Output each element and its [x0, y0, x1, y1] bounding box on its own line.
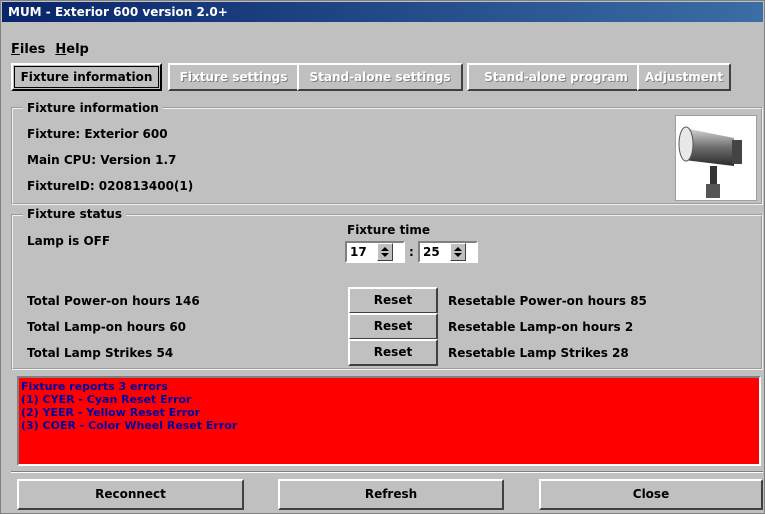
- total-lamp-strikes: Total Lamp Strikes 54: [27, 346, 174, 360]
- error-item: (3) COER - Color Wheel Reset Error: [21, 419, 238, 432]
- spin-down-icon[interactable]: [454, 253, 462, 257]
- menu-bar: Files Help: [11, 41, 89, 59]
- minutes-spinner[interactable]: 25: [418, 241, 478, 263]
- fixture-status-legend: Fixture status: [23, 207, 126, 221]
- fixture-time-label: Fixture time: [347, 223, 431, 237]
- footer-divider: [11, 471, 763, 473]
- total-power-on-hours: Total Power-on hours 146: [27, 294, 200, 308]
- error-item: (1) CYER - Cyan Reset Error: [21, 393, 192, 406]
- refresh-button[interactable]: Refresh: [278, 479, 504, 510]
- main-cpu-version: Main CPU: Version 1.7: [27, 153, 177, 167]
- total-lamp-on-hours: Total Lamp-on hours 60: [27, 320, 187, 334]
- tab-stand-alone-program[interactable]: Stand-alone program: [467, 63, 645, 91]
- main-window: MUM - Exterior 600 version 2.0+ Files He…: [0, 0, 765, 514]
- spin-down-icon[interactable]: [381, 253, 389, 257]
- resetable-lamp-strikes: Resetable Lamp Strikes 28: [448, 346, 629, 360]
- hours-spin-buttons[interactable]: [377, 243, 393, 261]
- hours-value[interactable]: 17: [347, 243, 377, 261]
- close-button[interactable]: Close: [539, 479, 763, 510]
- menu-files[interactable]: Files: [11, 41, 45, 59]
- window-title: MUM - Exterior 600 version 2.0+: [2, 2, 763, 22]
- menu-help[interactable]: Help: [55, 41, 88, 59]
- fixture-id: FixtureID: 020813400(1): [27, 179, 194, 193]
- reset-power-on-button[interactable]: Reset: [348, 287, 438, 314]
- error-heading: Fixture reports 3 errors: [21, 380, 168, 393]
- menu-files-rest: iles: [19, 42, 46, 57]
- fixture-name: Fixture: Exterior 600: [27, 127, 168, 141]
- minutes-value[interactable]: 25: [420, 243, 450, 261]
- spin-up-icon[interactable]: [454, 247, 462, 251]
- reset-lamp-strikes-button[interactable]: Reset: [348, 339, 438, 366]
- menu-files-key: F: [11, 42, 20, 57]
- menu-help-rest: elp: [66, 42, 89, 57]
- lamp-status: Lamp is OFF: [27, 234, 111, 248]
- time-separator: :: [409, 245, 414, 259]
- reset-lamp-on-button[interactable]: Reset: [348, 313, 438, 340]
- error-item: (2) YEER - Yellow Reset Error: [21, 406, 201, 419]
- tab-stand-alone-settings[interactable]: Stand-alone settings: [297, 63, 463, 91]
- fixture-info-legend: Fixture information: [23, 101, 163, 115]
- spotlight-fixture-icon: [675, 115, 757, 201]
- tab-adjustment[interactable]: Adjustment: [637, 63, 731, 91]
- tab-fixture-settings[interactable]: Fixture settings: [168, 63, 299, 91]
- resetable-power-on-hours: Resetable Power-on hours 85: [448, 294, 647, 308]
- tab-fixture-information[interactable]: Fixture information: [11, 63, 162, 91]
- error-panel: Fixture reports 3 errors (1) CYER - Cyan…: [17, 376, 761, 466]
- spin-up-icon[interactable]: [381, 247, 389, 251]
- hours-spinner[interactable]: 17: [345, 241, 405, 263]
- menu-help-key: H: [55, 42, 67, 57]
- resetable-lamp-on-hours: Resetable Lamp-on hours 2: [448, 320, 634, 334]
- reconnect-button[interactable]: Reconnect: [17, 479, 244, 510]
- minutes-spin-buttons[interactable]: [450, 243, 466, 261]
